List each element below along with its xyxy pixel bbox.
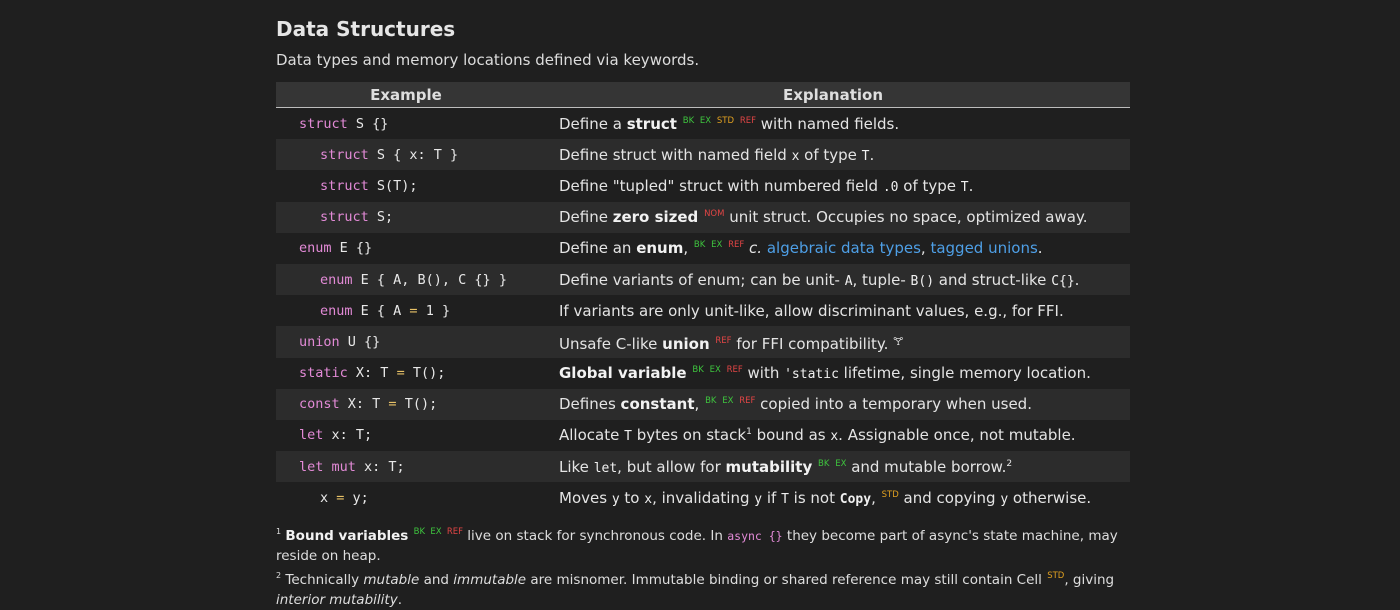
ref-link[interactable]: REF xyxy=(728,240,744,250)
explanation: Define a struct BK EX STD REF with named… xyxy=(559,114,900,133)
example-code: let x: T; xyxy=(299,427,373,444)
example-code: static X: T = T(); xyxy=(299,365,446,382)
ref-link[interactable]: REF xyxy=(739,396,755,406)
std-link[interactable]: STD xyxy=(882,490,899,500)
example-code: let mut x: T; xyxy=(276,451,536,483)
bk-link[interactable]: BK xyxy=(705,396,716,406)
explanation: If variants are only unit-like, allow di… xyxy=(559,301,1064,320)
table-row: struct S; Define zero sized NOM unit str… xyxy=(276,201,1130,233)
ex-link[interactable]: EX xyxy=(722,396,733,406)
explanation: Define variants of enum; can be unit- A,… xyxy=(536,263,1130,296)
table-row: union U {} Unsafe C-like union REF for F… xyxy=(276,326,1130,358)
footnotes: 1 Bound variables BK EX REF live on stac… xyxy=(276,522,1130,610)
example-code: union U {} xyxy=(276,326,536,358)
example-code: enum E {} xyxy=(299,240,373,257)
example-code: struct S(T); xyxy=(320,177,418,194)
table-row: struct S { x: T } Define struct with nam… xyxy=(276,139,1130,171)
explanation: Global variable BK EX REF with 'static l… xyxy=(559,364,1091,383)
content: Data Structures Data types and memory lo… xyxy=(276,14,1130,610)
table-header-row: Example Explanation xyxy=(276,82,1130,108)
std-link[interactable]: STD xyxy=(717,116,734,126)
explanation: Unsafe C-like union REF for FFI compatib… xyxy=(536,326,1130,358)
unsafe-icon: 🝖 xyxy=(893,335,904,349)
table-row: struct S(T); Define "tupled" struct with… xyxy=(276,170,1130,201)
explanation: Define an enum, BK EX REF c. algebraic d… xyxy=(559,239,1043,258)
page-subtitle: Data types and memory locations defined … xyxy=(276,51,700,69)
bk-link[interactable]: BK xyxy=(692,365,703,375)
footnote-1: 1 Bound variables BK EX REF live on stac… xyxy=(276,527,1118,565)
bk-link[interactable]: BK xyxy=(694,240,705,250)
footnote-2: 2 Technically mutable and immutable are … xyxy=(276,571,1115,609)
explanation: Define struct with named field x of type… xyxy=(536,139,1130,171)
std-link[interactable]: STD xyxy=(1047,571,1064,581)
ref-link[interactable]: REF xyxy=(715,336,731,346)
explanation: Moves y to x, invalidating y if T is not… xyxy=(559,488,1092,507)
table-row: enum E {} Define an enum, BK EX REF c. a… xyxy=(276,233,1130,264)
table-row: x = y; Moves y to x, invalidating y if T… xyxy=(276,482,1130,513)
explanation: Allocate T bytes on stack1 bound as x. A… xyxy=(559,426,1076,445)
algebraic-data-types-link[interactable]: algebraic data types xyxy=(767,239,921,257)
ex-link[interactable]: EX xyxy=(711,240,722,250)
header-explanation: Explanation xyxy=(536,82,1130,108)
example-code: struct S; xyxy=(276,201,536,233)
header-example: Example xyxy=(276,82,536,108)
table-row: let x: T; Allocate T bytes on stack1 bou… xyxy=(276,420,1130,451)
footnote-ref-2[interactable]: 2 xyxy=(1006,459,1012,469)
table-row: let mut x: T; Like let, but allow for mu… xyxy=(276,451,1130,483)
nom-link[interactable]: NOM xyxy=(704,209,724,219)
ref-link[interactable]: REF xyxy=(740,116,756,126)
ex-link[interactable]: EX xyxy=(430,527,441,537)
page-title: Data Structures xyxy=(276,17,456,41)
explanation: Define "tupled" struct with numbered fie… xyxy=(559,176,974,195)
example-code: struct S { x: T } xyxy=(276,139,536,171)
ex-link[interactable]: EX xyxy=(835,459,846,469)
data-structures-table: Example Explanation struct S {} Define a… xyxy=(276,82,1130,513)
table-row: static X: T = T(); Global variable BK EX… xyxy=(276,358,1130,389)
ref-link[interactable]: REF xyxy=(727,365,743,375)
table-row: struct S {} Define a struct BK EX STD RE… xyxy=(276,108,1130,140)
example-code: enum E { A, B(), C {} } xyxy=(276,263,536,296)
table-row: enum E { A = 1 } If variants are only un… xyxy=(276,295,1130,326)
table-row: const X: T = T(); Defines constant, BK E… xyxy=(276,388,1130,420)
table-row: enum E { A, B(), C {} } Define variants … xyxy=(276,263,1130,296)
bk-link[interactable]: BK xyxy=(818,459,829,469)
explanation: Like let, but allow for mutability BK EX… xyxy=(536,451,1130,483)
tagged-unions-link[interactable]: tagged unions xyxy=(930,239,1037,257)
example-code: enum E { A = 1 } xyxy=(320,302,451,319)
ref-link[interactable]: REF xyxy=(447,527,463,537)
ex-link[interactable]: EX xyxy=(700,116,711,126)
explanation: Define zero sized NOM unit struct. Occup… xyxy=(536,201,1130,233)
bk-link[interactable]: BK xyxy=(414,527,425,537)
bk-link[interactable]: BK xyxy=(683,116,694,126)
example-code: const X: T = T(); xyxy=(276,388,536,420)
example-code: x = y; xyxy=(320,489,369,506)
ex-link[interactable]: EX xyxy=(710,365,721,375)
example-code: struct S {} xyxy=(299,115,389,132)
explanation: Defines constant, BK EX REF copied into … xyxy=(536,388,1130,420)
